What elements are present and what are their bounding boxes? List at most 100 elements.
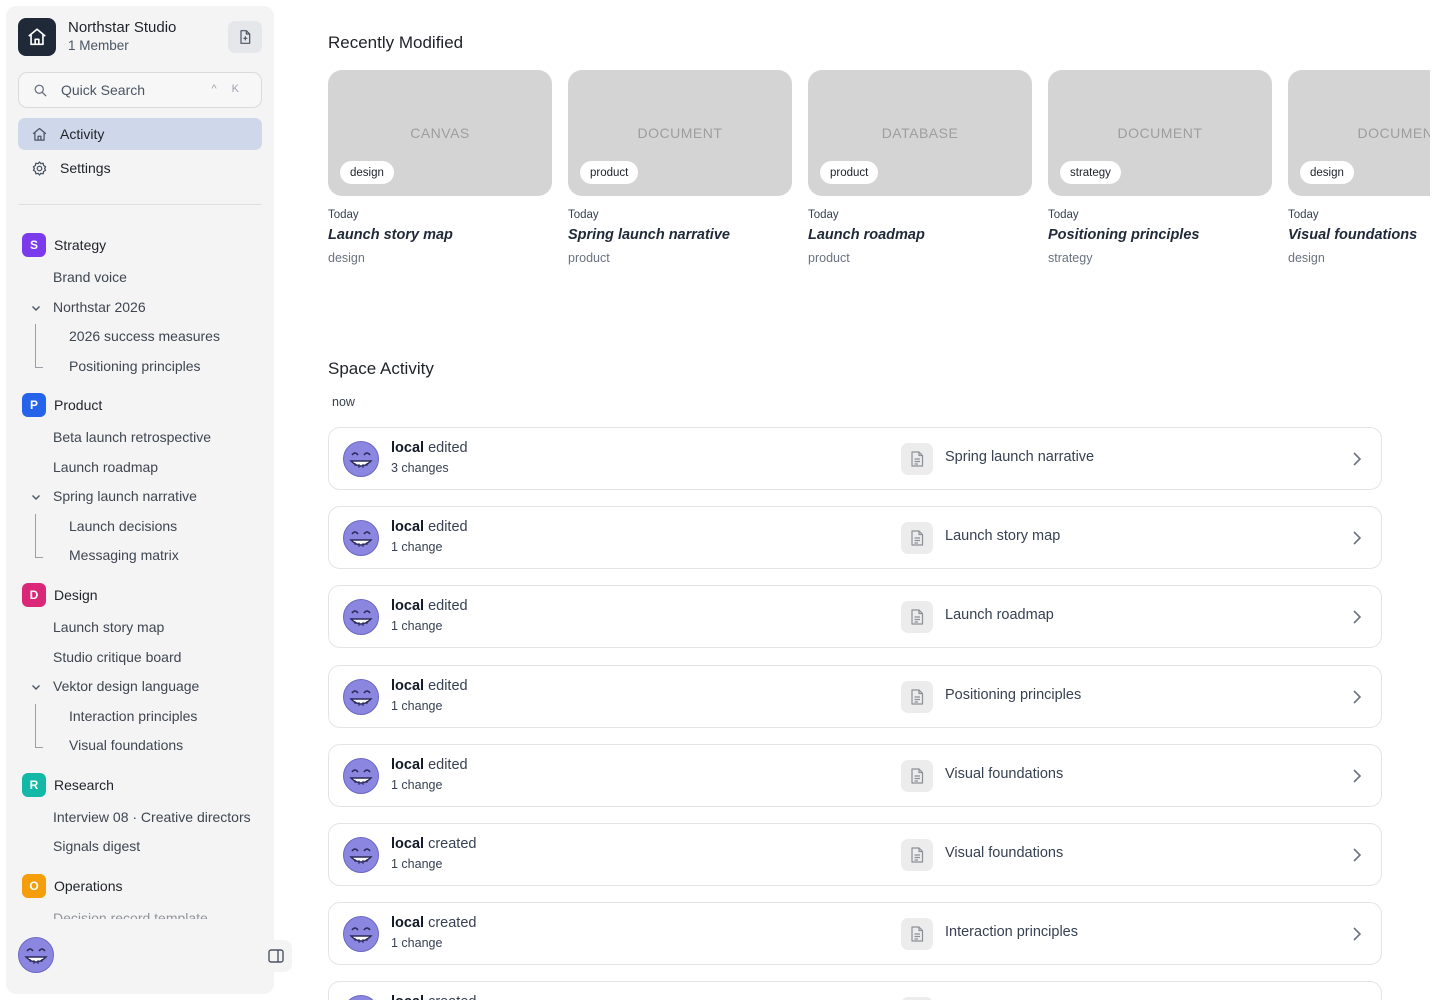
activity-user: local bbox=[391, 598, 425, 614]
tree-item[interactable]: Messaging matrix bbox=[69, 547, 179, 563]
card-title[interactable]: Launch story map bbox=[328, 227, 552, 243]
tree-item[interactable]: 2026 success measures bbox=[69, 328, 220, 344]
recent-card[interactable]: DOCUMENT product Today Spring launch nar… bbox=[568, 70, 792, 265]
chevron-right-icon[interactable] bbox=[1351, 608, 1363, 626]
home-icon[interactable] bbox=[18, 18, 56, 56]
space-name: Design bbox=[54, 587, 98, 603]
quick-search[interactable]: Quick Search ^ K bbox=[18, 72, 262, 108]
card-thumbnail[interactable]: DOCUMENT design bbox=[1288, 70, 1430, 196]
activity-row[interactable]: local edited 1 change Visual foundations bbox=[328, 744, 1382, 807]
activity-changes: 1 change bbox=[391, 540, 443, 554]
file-plus-icon[interactable] bbox=[228, 21, 262, 53]
activity-document[interactable]: Launch story map bbox=[945, 528, 1060, 544]
space-name: Product bbox=[54, 397, 103, 413]
document-icon bbox=[901, 839, 933, 871]
document-icon bbox=[901, 681, 933, 713]
tree-item[interactable]: Visual foundations bbox=[69, 737, 183, 753]
recent-card[interactable]: DOCUMENT design Today Visual foundations… bbox=[1288, 70, 1430, 265]
activity-document[interactable]: Visual foundations bbox=[945, 766, 1063, 782]
sidebar-toggle-icon[interactable] bbox=[260, 940, 292, 972]
tree-item[interactable]: Brand voice bbox=[53, 269, 127, 285]
chevron-down-icon[interactable] bbox=[30, 681, 42, 693]
card-type: DOCUMENT bbox=[1117, 125, 1203, 141]
chevron-right-icon[interactable] bbox=[1351, 767, 1363, 785]
space-strategy[interactable]: S Strategy bbox=[22, 233, 106, 257]
space-design[interactable]: D Design bbox=[22, 583, 98, 607]
tree-connector bbox=[35, 324, 43, 368]
nav-settings[interactable]: Settings bbox=[18, 152, 262, 184]
recent-card[interactable]: CANVAS design Today Launch story map des… bbox=[328, 70, 552, 265]
activity-row[interactable]: local created 1 change Visual foundation… bbox=[328, 823, 1382, 886]
chevron-down-icon[interactable] bbox=[30, 302, 42, 314]
avatar[interactable] bbox=[18, 937, 54, 973]
tree-item[interactable]: Spring launch narrative bbox=[53, 488, 197, 504]
activity-document[interactable]: Positioning principles bbox=[945, 687, 1081, 703]
activity-row[interactable]: local edited 1 change Launch roadmap bbox=[328, 585, 1382, 648]
activity-summary: local created bbox=[391, 994, 476, 1000]
activity-document[interactable]: Launch roadmap bbox=[945, 607, 1054, 623]
sidebar: Northstar Studio 1 Member Quick Search ^… bbox=[6, 6, 274, 994]
workspace-members: 1 Member bbox=[68, 38, 129, 53]
tree-item[interactable]: Vektor design language bbox=[53, 678, 199, 694]
workspace-header[interactable]: Northstar Studio 1 Member bbox=[18, 18, 262, 56]
card-title[interactable]: Spring launch narrative bbox=[568, 227, 792, 243]
card-title[interactable]: Launch roadmap bbox=[808, 227, 1032, 243]
space-operations[interactable]: O Operations bbox=[22, 874, 122, 898]
chevron-down-icon[interactable] bbox=[30, 491, 42, 503]
avatar bbox=[343, 599, 379, 635]
nav-label: Activity bbox=[60, 126, 105, 142]
chevron-right-icon[interactable] bbox=[1351, 846, 1363, 864]
chevron-right-icon[interactable] bbox=[1351, 688, 1363, 706]
card-space: design bbox=[328, 251, 365, 265]
chevron-right-icon[interactable] bbox=[1351, 925, 1363, 943]
tree-item[interactable]: Beta launch retrospective bbox=[53, 429, 211, 445]
card-tag: design bbox=[1300, 161, 1354, 184]
nav-activity[interactable]: Activity bbox=[18, 118, 262, 150]
tree-item[interactable]: Interview 08 · Creative directors bbox=[53, 809, 251, 825]
tree-item[interactable]: Interaction principles bbox=[69, 708, 197, 724]
search-shortcut: ^ K bbox=[211, 83, 245, 95]
search-icon bbox=[33, 83, 48, 103]
tree-connector bbox=[35, 704, 43, 748]
activity-document[interactable]: Visual foundations bbox=[945, 845, 1063, 861]
activity-changes: 1 change bbox=[391, 936, 443, 950]
activity-icon bbox=[18, 126, 60, 143]
space-research[interactable]: R Research bbox=[22, 773, 114, 797]
card-type: CANVAS bbox=[410, 125, 470, 141]
card-thumbnail[interactable]: CANVAS design bbox=[328, 70, 552, 196]
card-thumbnail[interactable]: DOCUMENT product bbox=[568, 70, 792, 196]
activity-user: local bbox=[391, 994, 424, 1000]
chevron-right-icon[interactable] bbox=[1351, 529, 1363, 547]
tree-item[interactable]: Launch story map bbox=[53, 619, 164, 635]
activity-row[interactable]: local created 1 change Interaction princ… bbox=[328, 902, 1382, 965]
space-product[interactable]: P Product bbox=[22, 393, 102, 417]
nav-label: Settings bbox=[60, 160, 111, 176]
card-thumbnail[interactable]: DATABASE product bbox=[808, 70, 1032, 196]
recent-card[interactable]: DOCUMENT strategy Today Positioning prin… bbox=[1048, 70, 1272, 265]
tree-item[interactable]: Signals digest bbox=[53, 838, 140, 854]
activity-summary: local edited bbox=[391, 678, 468, 694]
activity-row[interactable]: local edited 3 changes Spring launch nar… bbox=[328, 427, 1382, 490]
activity-summary: local created bbox=[391, 836, 476, 852]
card-title[interactable]: Visual foundations bbox=[1288, 227, 1430, 243]
activity-row[interactable]: local edited 1 change Positioning princi… bbox=[328, 665, 1382, 728]
tree-item[interactable]: Launch roadmap bbox=[53, 459, 158, 475]
card-type: DOCUMENT bbox=[637, 125, 723, 141]
card-thumbnail[interactable]: DOCUMENT strategy bbox=[1048, 70, 1272, 196]
tree-item[interactable]: Northstar 2026 bbox=[53, 299, 146, 315]
activity-summary: local edited bbox=[391, 757, 468, 773]
activity-user: local bbox=[391, 915, 425, 931]
activity-document[interactable]: Interaction principles bbox=[945, 924, 1078, 940]
tree-item[interactable]: Studio critique board bbox=[53, 649, 181, 665]
card-title[interactable]: Positioning principles bbox=[1048, 227, 1272, 243]
tree-item[interactable]: Launch decisions bbox=[69, 518, 177, 534]
tree-item[interactable]: Positioning principles bbox=[69, 358, 201, 374]
chevron-right-icon[interactable] bbox=[1351, 450, 1363, 468]
activity-action: edited bbox=[428, 757, 468, 773]
activity-changes: 1 change bbox=[391, 857, 443, 871]
recent-card[interactable]: DATABASE product Today Launch roadmap pr… bbox=[808, 70, 1032, 265]
tree-item[interactable]: Decision record template bbox=[53, 910, 208, 919]
activity-row[interactable]: local edited 1 change Launch story map bbox=[328, 506, 1382, 569]
activity-document[interactable]: Spring launch narrative bbox=[945, 449, 1094, 465]
activity-row[interactable]: local created bbox=[328, 981, 1382, 1000]
